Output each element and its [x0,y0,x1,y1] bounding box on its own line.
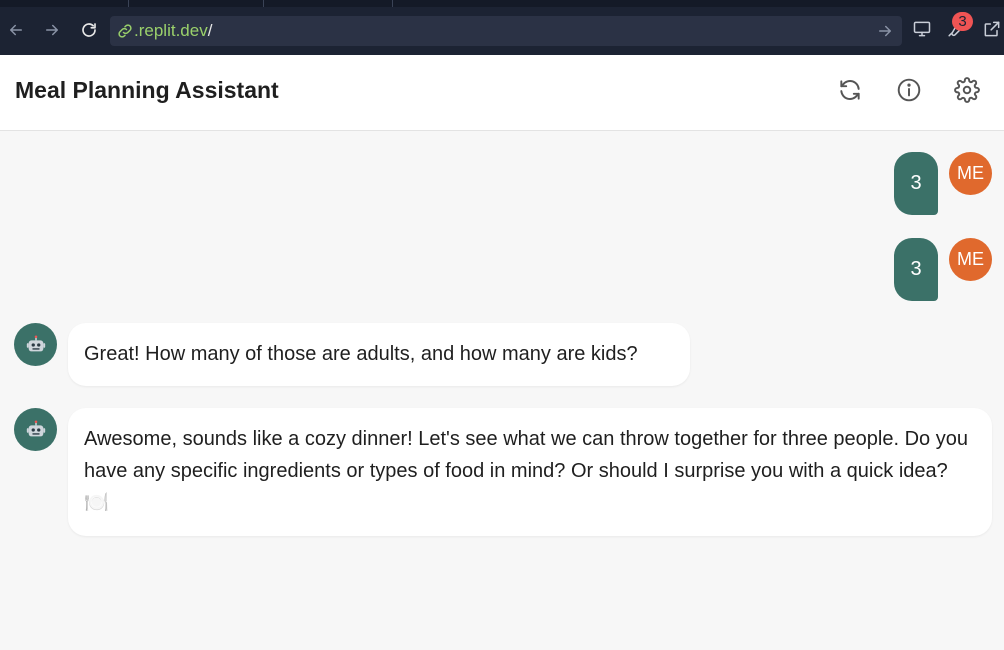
tab-divider [128,0,129,7]
assistant-avatar [14,408,57,451]
assistant-avatar [14,323,57,366]
robot-icon [26,419,45,436]
browser-toolbar: .replit.dev/ 3 [0,0,1004,55]
user-message: 3 [894,238,938,301]
assistant-message: Great! How many of those are adults, and… [68,323,690,386]
url-domain: .replit.dev [134,21,208,40]
monitor-icon [913,21,931,37]
page-title: Meal Planning Assistant [15,77,279,103]
tab-divider [263,0,264,7]
url-path: / [207,21,213,40]
info-icon [897,78,921,102]
user-message: 3 [894,152,938,215]
info-button[interactable] [894,75,924,105]
refresh-button[interactable] [835,75,865,105]
link-icon [118,24,132,38]
back-button[interactable] [4,18,28,42]
external-link-icon [984,21,1000,37]
open-external-button[interactable] [981,18,1003,40]
gear-icon [954,77,980,103]
arrow-right-icon [46,24,58,36]
devices-button[interactable] [911,18,933,40]
address-bar[interactable]: .replit.dev/ [110,16,902,46]
assistant-message: Awesome, sounds like a cozy dinner! Let'… [68,408,992,536]
arrow-left-icon [10,24,22,36]
robot-icon [26,334,45,351]
reload-icon [82,23,96,37]
reload-button[interactable] [77,18,101,42]
extensions-badge: 3 [952,12,973,31]
avatar: ME [949,152,992,195]
avatar: ME [949,238,992,281]
tab-strip [0,0,1004,7]
url-text: .replit.dev/ [134,21,212,41]
go-arrow-icon[interactable] [876,22,894,40]
app-header: Meal Planning Assistant [0,55,1004,131]
refresh-icon [840,80,860,100]
settings-button[interactable] [952,75,982,105]
forward-button[interactable] [40,18,64,42]
tab-divider [392,0,393,7]
